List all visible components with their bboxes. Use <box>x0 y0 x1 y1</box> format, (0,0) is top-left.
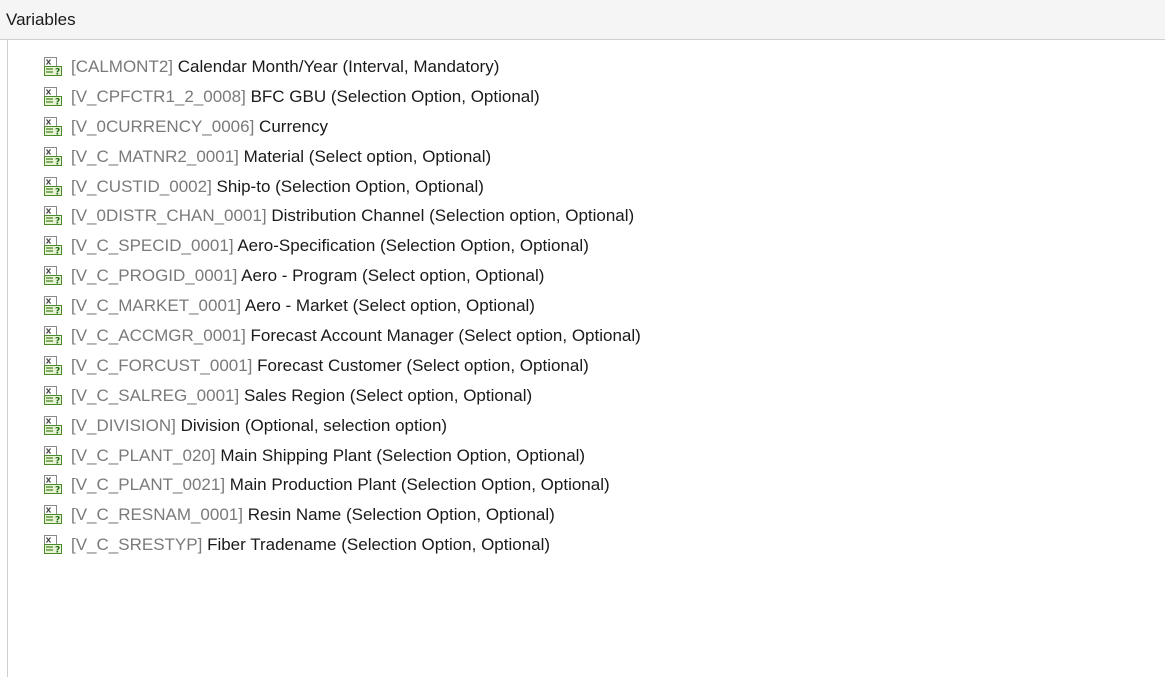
variable-icon: ? <box>44 445 62 465</box>
variable-icon: ? <box>44 236 62 256</box>
variable-description: Aero - Market (Select option, Optional) <box>244 296 535 316</box>
variable-icon: ? <box>44 266 62 286</box>
variable-icon: ? <box>44 86 62 106</box>
variable-description: Aero - Program (Select option, Optional) <box>241 266 545 286</box>
variable-id: [V_DIVISION] <box>71 415 176 435</box>
variable-id: [V_C_ACCMGR_0001] <box>71 326 246 346</box>
variable-label: [V_CPFCTR1_2_0008] BFC GBU (Selection Op… <box>71 82 540 112</box>
variable-id: [V_C_SPECID_0001] <box>71 236 234 256</box>
variable-icon: ? <box>44 296 62 316</box>
svg-text:?: ? <box>55 247 60 256</box>
svg-text:?: ? <box>55 486 60 495</box>
variable-icon: ? <box>44 535 62 555</box>
variable-icon: ? <box>44 146 62 166</box>
variable-label: [V_DIVISION] Division (Optional, selecti… <box>71 411 447 441</box>
svg-text:?: ? <box>55 187 60 196</box>
variable-icon: ? <box>44 206 62 226</box>
variable-label: [V_C_SALREG_0001] Sales Region (Select o… <box>71 381 532 411</box>
svg-text:?: ? <box>55 157 60 166</box>
variable-label: [V_C_PROGID_0001] Aero - Program (Select… <box>71 261 544 291</box>
variable-description: Forecast Account Manager (Select option,… <box>250 326 641 346</box>
variable-label: [V_0DISTR_CHAN_0001] Distribution Channe… <box>71 201 634 231</box>
svg-text:?: ? <box>55 366 60 375</box>
variable-icon: ? <box>44 326 62 346</box>
variable-label: [V_C_FORCUST_0001] Forecast Customer (Se… <box>71 351 589 381</box>
variable-description: Division (Optional, selection option) <box>180 415 448 435</box>
variable-icon: ? <box>44 355 62 375</box>
variable-description: Currency <box>259 116 329 136</box>
variable-description: Calendar Month/Year (Interval, Mandatory… <box>177 57 500 76</box>
tree-guide-line <box>7 40 8 677</box>
variable-id: [V_C_MARKET_0001] <box>71 296 242 316</box>
svg-text:?: ? <box>55 546 60 555</box>
variable-description: Forecast Customer (Select option, Option… <box>257 355 589 375</box>
variable-id: [V_C_MATNR2_0001] <box>71 146 239 166</box>
svg-text:?: ? <box>55 426 60 435</box>
variable-description: Material (Select option, Optional) <box>243 146 492 166</box>
variable-icon: ? <box>44 176 62 196</box>
variable-id: [V_C_PLANT_020] <box>71 445 216 465</box>
variable-label: [CALMONT2] Calendar Month/Year (Interval… <box>71 52 499 82</box>
svg-text:?: ? <box>55 217 60 226</box>
variable-label: [V_C_SPECID_0001] Aero-Specification (Se… <box>71 231 589 261</box>
variable-icon: ? <box>44 385 62 405</box>
variable-description: Aero-Specification (Selection Option, Op… <box>237 236 589 256</box>
variable-description: Fiber Tradename (Selection Option, Optio… <box>207 535 551 555</box>
variable-description: Distribution Channel (Selection option, … <box>271 206 635 226</box>
variable-description: Main Shipping Plant (Selection Option, O… <box>220 445 586 465</box>
variable-label: [V_C_RESNAM_0001] Resin Name (Selection … <box>71 500 555 530</box>
svg-text:?: ? <box>55 516 60 525</box>
svg-text:?: ? <box>55 68 60 77</box>
variable-icon: ? <box>44 116 62 136</box>
variable-description: Ship-to (Selection Option, Optional) <box>216 176 484 196</box>
variable-id: [V_C_RESNAM_0001] <box>71 505 243 525</box>
variable-label: [V_0CURRENCY_0006] Currency <box>71 112 328 142</box>
variable-id: [V_C_PROGID_0001] <box>71 266 238 286</box>
variable-description: Sales Region (Select option, Optional) <box>243 385 533 405</box>
variable-description: Main Production Plant (Selection Option,… <box>229 475 610 495</box>
variable-id: [V_C_SRESTYP] <box>71 535 203 555</box>
svg-text:?: ? <box>55 127 60 136</box>
svg-text:?: ? <box>55 456 60 465</box>
svg-text:?: ? <box>55 307 60 316</box>
variable-id: [V_C_FORCUST_0001] <box>71 355 253 375</box>
variable-id: [V_CPFCTR1_2_0008] <box>71 86 246 106</box>
variable-id: [V_C_PLANT_0021] <box>71 475 226 495</box>
svg-text:?: ? <box>55 97 60 106</box>
variable-description: BFC GBU (Selection Option, Optional) <box>250 86 540 106</box>
variable-icon: ? <box>44 475 62 495</box>
panel-title: Variables <box>6 10 76 29</box>
variable-icon: ? <box>44 415 62 435</box>
variable-description: Resin Name (Selection Option, Optional) <box>247 505 555 525</box>
svg-text:?: ? <box>55 396 60 405</box>
variable-label: [V_C_ACCMGR_0001] Forecast Account Manag… <box>71 321 641 351</box>
variable-label: [V_C_MARKET_0001] Aero - Market (Select … <box>71 291 535 321</box>
variable-label: [V_C_MATNR2_0001] Material (Select optio… <box>71 142 491 172</box>
svg-text:?: ? <box>55 337 60 346</box>
variable-id: [V_0CURRENCY_0006] <box>71 116 255 136</box>
variable-id: [CALMONT2] <box>71 57 174 76</box>
variable-label: [V_C_PLANT_0021] Main Production Plant (… <box>71 470 610 500</box>
variable-id: [V_C_SALREG_0001] <box>71 385 240 405</box>
variable-label: [V_CUSTID_0002] Ship-to (Selection Optio… <box>71 172 484 202</box>
variable-id: [V_0DISTR_CHAN_0001] <box>71 206 267 226</box>
variable-label: [V_C_SRESTYP] Fiber Tradename (Selection… <box>71 530 550 560</box>
variable-icon: ? <box>44 57 62 77</box>
variable-icon: ? <box>44 505 62 525</box>
svg-text:?: ? <box>55 277 60 286</box>
variable-label: [V_C_PLANT_020] Main Shipping Plant (Sel… <box>71 441 585 471</box>
panel-header: Variables <box>0 0 1165 40</box>
variable-id: [V_CUSTID_0002] <box>71 176 212 196</box>
